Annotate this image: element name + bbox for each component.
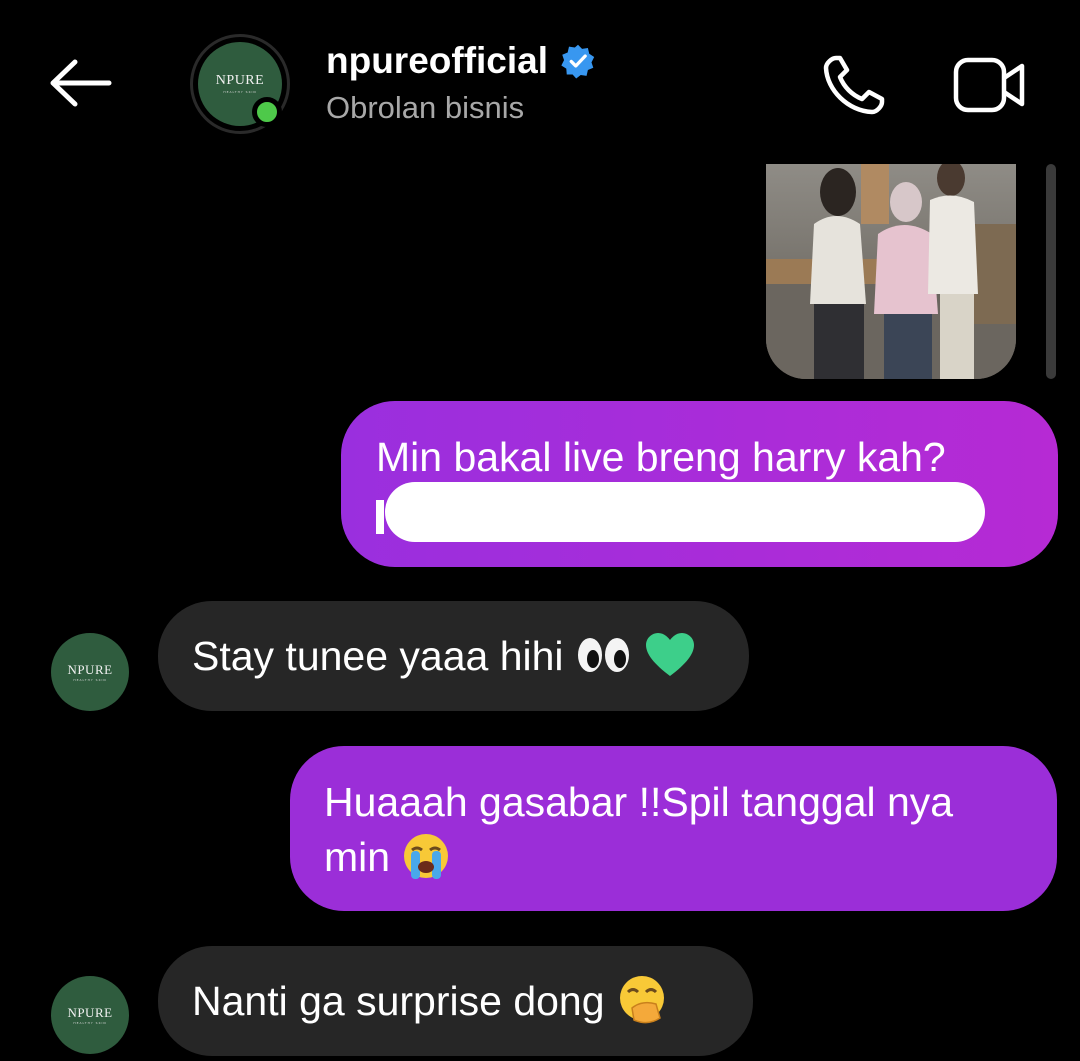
loudly-crying-face-emoji-icon: [404, 834, 449, 880]
message-text: Stay tunee yaaa hihi: [192, 633, 564, 679]
face-with-hand-over-mouth-emoji-icon: [619, 976, 664, 1024]
sender-avatar[interactable]: NPURE HEALTHY SKIN: [51, 976, 129, 1054]
incoming-message-bubble[interactable]: Nanti ga surprise dong: [158, 946, 753, 1056]
message-text-line: Huaaah gasabar !!Spil tanggal nya: [324, 779, 954, 825]
avatar-logo-subtext: HEALTHY SKIN: [73, 1020, 107, 1025]
shared-photo-message[interactable]: [766, 164, 1016, 379]
verified-badge-icon: [561, 44, 595, 79]
eyes-emoji-icon: [577, 638, 629, 673]
avatar-logo-text: NPURE: [67, 1004, 113, 1020]
redaction-mark: [385, 482, 985, 542]
message-text: min: [324, 834, 391, 880]
contact-username[interactable]: npureofficial: [326, 40, 548, 82]
sender-avatar[interactable]: NPURE HEALTHY SKIN: [51, 633, 129, 711]
avatar-logo-subtext: HEALTHY SKIN: [73, 677, 107, 682]
scrollbar-thumb[interactable]: [1046, 164, 1056, 379]
outgoing-message-bubble[interactable]: Huaaah gasabar !!Spil tanggal nya min: [290, 746, 1057, 911]
shared-photo: [766, 164, 1016, 379]
redacted-text-fragment: [376, 500, 384, 534]
incoming-message-bubble[interactable]: Stay tunee yaaa hihi: [158, 601, 749, 711]
avatar-logo-text: NPURE: [215, 73, 265, 88]
avatar-logo-text: NPURE: [67, 661, 113, 677]
message-text-line: Min bakal live breng harry kah?: [376, 434, 946, 480]
avatar-logo-subtext: HEALTHY SKIN: [223, 90, 257, 94]
green-heart-emoji-icon: [646, 633, 695, 677]
video-camera-icon: [953, 57, 1025, 113]
back-button[interactable]: [40, 48, 120, 118]
online-status-dot: [252, 97, 282, 127]
back-arrow-icon: [50, 59, 112, 107]
voice-call-button[interactable]: [818, 52, 888, 118]
phone-icon: [823, 55, 885, 115]
video-call-button[interactable]: [950, 54, 1030, 116]
chat-header: NPURE HEALTHY SKIN npureofficial Obrolan…: [0, 0, 1080, 150]
message-text: Nanti ga surprise dong: [192, 978, 605, 1024]
contact-name-row[interactable]: npureofficial: [326, 40, 596, 82]
message-text-line-2: min: [324, 830, 1057, 885]
chat-subtitle: Obrolan bisnis: [326, 90, 525, 125]
